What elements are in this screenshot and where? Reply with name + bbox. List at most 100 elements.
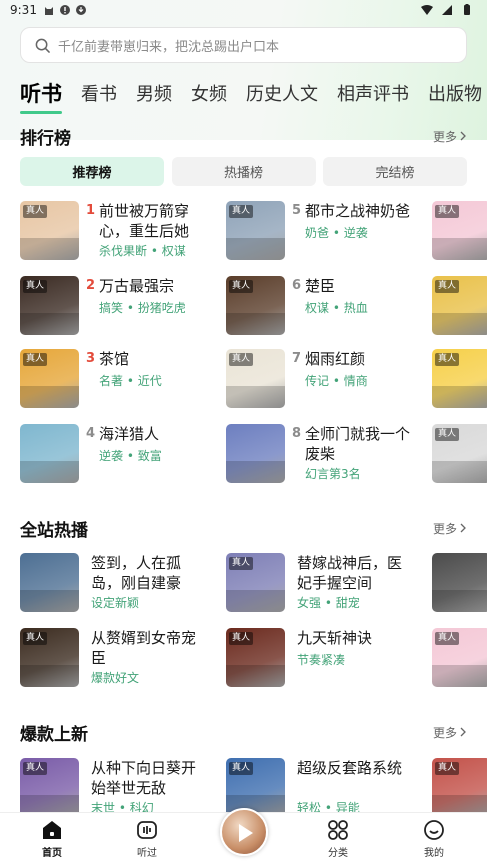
nav-home[interactable]: 首页 [22, 819, 82, 859]
tab-listen[interactable]: 听书 [20, 78, 62, 114]
ranking-item-1-cover[interactable]: 真人 [20, 201, 79, 260]
tab-male[interactable]: 男频 [136, 80, 172, 106]
signal-icon [442, 5, 452, 15]
cover-art [432, 665, 487, 687]
hot-item-1-cover[interactable] [20, 553, 79, 612]
ranking-more-link[interactable]: 更多 [433, 128, 467, 145]
nav-category[interactable]: 分类 [308, 819, 368, 859]
category-tabs: 听书 看书 男频 女频 历史人文 相声评书 出版物 [20, 78, 487, 114]
new-item-1-cover[interactable]: 真人 [20, 758, 79, 817]
cover-art [226, 665, 285, 687]
hot-item-title[interactable]: 从赘婿到女帝宠臣 [91, 628, 209, 668]
hot-item-tags: 设定新颖 [91, 596, 140, 610]
hot-item-4-cover[interactable]: 真人 [226, 628, 285, 687]
hot-header: 全站热播 更多 [20, 516, 467, 541]
ranking-item-title[interactable]: 前世被万箭穿心，重生后她 [99, 201, 217, 241]
ranking-item-4-cover[interactable] [20, 424, 79, 483]
tab-read[interactable]: 看书 [81, 80, 117, 106]
ranking-item-title[interactable]: 茶馆 [99, 349, 217, 369]
ranking-item-title[interactable]: 全师门就我一个废柴 [305, 424, 423, 464]
hot-item-title[interactable]: 九天斩神诀 [297, 628, 415, 648]
new-more-link[interactable]: 更多 [433, 724, 467, 741]
human-voice-badge: 真人 [23, 762, 48, 775]
ranking-item-title[interactable]: 万古最强宗 [99, 276, 217, 296]
ranking-item-7-cover[interactable]: 真人 [226, 349, 285, 408]
nav-profile[interactable]: 我的 [404, 819, 464, 859]
human-voice-badge: 真人 [229, 632, 254, 645]
cover-art [20, 313, 79, 335]
header-background [0, 0, 487, 140]
human-voice-badge: 真人 [229, 353, 254, 366]
cover-art [226, 313, 285, 335]
hot-item-title[interactable]: 签到，人在孤岛，刚自建豪 [91, 553, 209, 593]
hot-item-3-cover[interactable]: 真人 [226, 553, 285, 612]
new-peek-1-cover[interactable]: 真人 [432, 758, 487, 817]
ranking-item-6-cover[interactable]: 真人 [226, 276, 285, 335]
ranking-item-3-cover[interactable]: 真人 [20, 349, 79, 408]
human-voice-badge: 真人 [229, 205, 254, 218]
rank-number: 6 [292, 278, 302, 293]
alert-icon [59, 5, 70, 15]
tab-publications[interactable]: 出版物 [428, 80, 482, 106]
nav-history[interactable]: 听过 [117, 819, 177, 859]
cover-art [432, 590, 487, 612]
chevron-right-icon [460, 727, 466, 737]
ranking-peek-4-cover[interactable]: 真人 [432, 424, 487, 483]
ranking-peek-1-cover[interactable]: 真人 [432, 201, 487, 260]
nav-profile-label: 我的 [424, 848, 444, 859]
hot-item-title[interactable]: 替嫁战神后，医妃手握空间 [297, 553, 415, 593]
hot-peek-2-cover[interactable]: 真人 [432, 628, 487, 687]
hot-item-tags: 爆款好文 [91, 671, 140, 685]
rank-number: 2 [86, 278, 96, 293]
human-voice-badge: 真人 [23, 280, 48, 293]
hot-more-label: 更多 [432, 521, 457, 536]
cover-art [20, 386, 79, 408]
ranking-item-title[interactable]: 海洋猎人 [99, 424, 217, 444]
cover-art [20, 461, 79, 483]
ranking-peek-2-cover[interactable]: 真人 [432, 276, 487, 335]
human-voice-badge: 真人 [435, 428, 460, 441]
tab-crosstalk[interactable]: 相声评书 [337, 80, 409, 106]
human-voice-badge: 真人 [435, 353, 460, 366]
tab-history[interactable]: 历史人文 [246, 80, 318, 106]
hot-more-link[interactable]: 更多 [433, 520, 467, 537]
hot-item-2-cover[interactable]: 真人 [20, 628, 79, 687]
ranking-item-title[interactable]: 楚臣 [305, 276, 423, 296]
hot-title: 全站热播 [20, 520, 88, 541]
hot-peek-1-cover[interactable] [432, 553, 487, 612]
status-bar: 9:31 [0, 0, 487, 20]
ranking-item-tags: 杀伐果断 • 权谋 [99, 244, 186, 258]
cover-art [20, 590, 79, 612]
tab-recommended[interactable]: 推荐榜 [20, 157, 164, 186]
ranking-title: 排行榜 [20, 128, 71, 149]
ranking-item-tags: 幻言第3名 [305, 467, 361, 481]
chevron-right-icon [460, 131, 466, 141]
tab-finished[interactable]: 完结榜 [323, 157, 467, 186]
ranking-item-5-cover[interactable]: 真人 [226, 201, 285, 260]
new-item-title[interactable]: 从种下向日葵开始举世无敌 [91, 758, 209, 798]
rank-number: 5 [292, 203, 302, 218]
ranking-item-8-cover[interactable] [226, 424, 285, 483]
new-item-2-cover[interactable]: 真人 [226, 758, 285, 817]
ranking-item-2-cover[interactable]: 真人 [20, 276, 79, 335]
ranking-peek-3-cover[interactable]: 真人 [432, 349, 487, 408]
cover-art [226, 590, 285, 612]
tab-hot-play[interactable]: 热播榜 [171, 157, 316, 186]
ranking-tabs: 推荐榜 热播榜 完结榜 [20, 157, 467, 186]
now-playing-button[interactable] [220, 808, 268, 856]
rank-number: 7 [292, 351, 302, 366]
human-voice-badge: 真人 [435, 280, 460, 293]
ranking-item-title[interactable]: 都市之战神奶爸 [305, 201, 423, 221]
status-time: 9:31 [10, 3, 37, 17]
human-voice-badge: 真人 [435, 205, 460, 218]
battery-icon [464, 4, 470, 15]
cover-art [20, 238, 79, 260]
tab-female[interactable]: 女频 [191, 80, 227, 106]
new-item-title[interactable]: 超级反套路系统 [297, 758, 415, 778]
ranking-item-tags: 权谋 • 热血 [305, 301, 368, 315]
nav-history-label: 听过 [137, 848, 157, 859]
ranking-item-tags: 搞笑 • 扮猪吃虎 [99, 301, 186, 315]
search-bar[interactable]: 千亿前妻带崽归来，把沈总踢出户口本 [20, 27, 467, 63]
ranking-item-title[interactable]: 烟雨红颜 [305, 349, 423, 369]
hot-item-tags: 节奏紧凑 [297, 653, 346, 667]
